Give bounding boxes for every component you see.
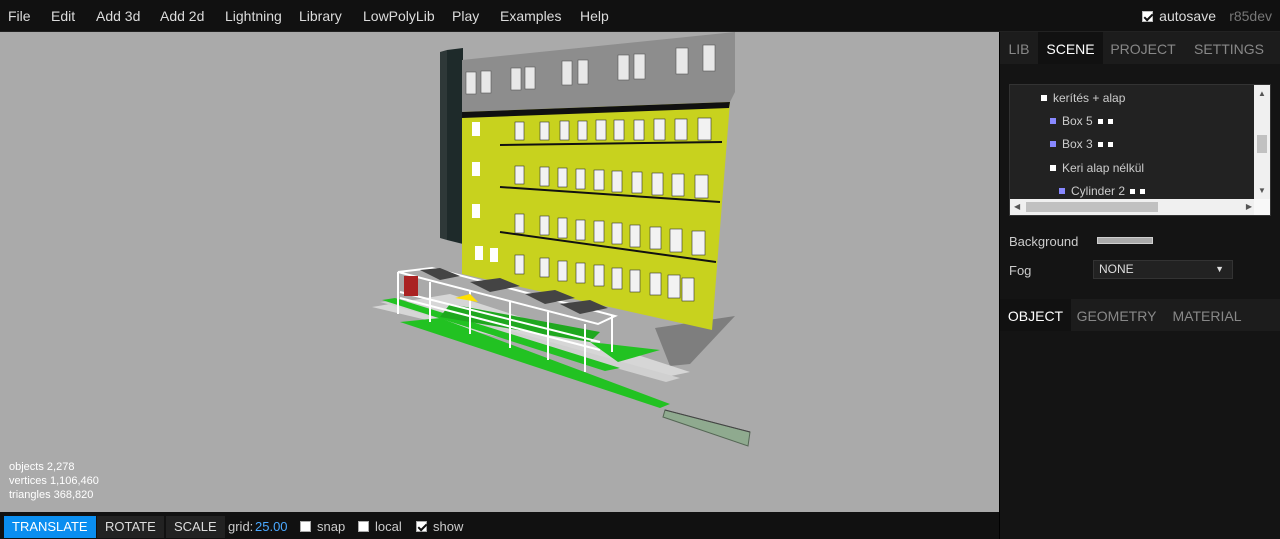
outliner-item-label: kerítés + alap [1053,91,1126,105]
tab-object[interactable]: OBJECT [1000,299,1071,331]
menu-file[interactable]: File [8,0,31,32]
geometry-square-icon [1097,142,1103,147]
scroll-up-icon[interactable]: ▲ [1258,89,1266,98]
tab-lib[interactable]: LIB [1000,32,1038,64]
background-label: Background [1009,234,1079,249]
viewport[interactable]: objects 2,278 vertices 1,106,460 triangl… [0,32,999,512]
fog-select-value: NONE [1099,262,1134,276]
object-dot-icon [1041,95,1047,101]
menu-lowpolylib[interactable]: LowPolyLib [363,0,435,32]
fog-select[interactable]: NONE ▼ [1093,260,1233,279]
object-tabs: OBJECT GEOMETRY MATERIAL [1000,299,1280,331]
local-label: local [375,519,402,534]
menu-bar: File Edit Add 3d Add 2d Lightning Librar… [0,0,1280,32]
local-checkbox[interactable] [358,521,369,532]
scroll-right-icon[interactable]: ▶ [1246,202,1252,211]
material-square-icon [1107,142,1113,147]
sidebar: LIB SCENE PROJECT SETTINGS kerítés + ala… [999,32,1280,539]
scroll-down-icon[interactable]: ▼ [1258,186,1266,195]
tab-scene[interactable]: SCENE [1038,32,1103,64]
object-dot-icon [1050,165,1056,171]
snap-label: snap [317,519,346,534]
menu-examples[interactable]: Examples [500,0,561,32]
show-toggle[interactable]: show [416,516,463,538]
sidebar-tabs: LIB SCENE PROJECT SETTINGS [1000,32,1280,64]
menu-library[interactable]: Library [299,0,342,32]
outliner-item[interactable]: Keri alap nélkül [1050,157,1144,179]
autosave-label: autosave [1159,8,1216,24]
autosave-checkbox[interactable] [1142,11,1154,22]
stats-triangles: triangles 368,820 [9,489,94,501]
outliner-vertical-scrollbar[interactable]: ▲ ▼ [1254,85,1270,199]
tab-project[interactable]: PROJECT [1103,32,1183,64]
chevron-down-icon: ▼ [1215,264,1224,274]
tab-material[interactable]: MATERIAL [1162,299,1252,331]
scroll-thumb-horizontal[interactable] [1026,202,1158,212]
outliner-item-label: Box 3 [1062,137,1093,151]
scroll-left-icon[interactable]: ◀ [1014,202,1020,211]
autosave-toggle[interactable]: autosave [1142,0,1216,32]
mesh-dot-icon [1050,141,1056,147]
scroll-corner [1254,199,1270,215]
scene-stats: objects 2,278 vertices 1,106,460 triangl… [9,460,99,502]
scene-render[interactable] [0,32,999,512]
snap-toggle[interactable]: snap [300,516,345,538]
local-toggle[interactable]: local [358,516,402,538]
menu-edit[interactable]: Edit [51,0,75,32]
scale-button[interactable]: SCALE [166,516,225,538]
transform-toolbar: TRANSLATE ROTATE SCALE grid: 25.00 snap … [0,512,999,539]
geometry-square-icon [1097,119,1103,124]
grid-label: grid: [228,519,254,534]
snap-checkbox[interactable] [300,521,311,532]
outliner-item-label: Box 5 [1062,114,1093,128]
tab-settings[interactable]: SETTINGS [1183,32,1275,64]
fog-label: Fog [1009,263,1032,278]
menu-add-2d[interactable]: Add 2d [160,0,204,32]
mesh-dot-icon [1050,118,1056,124]
stats-vertices: vertices 1,106,460 [9,475,99,487]
stats-objects: objects 2,278 [9,461,75,473]
outliner-item[interactable]: Box 3 [1050,133,1113,155]
show-checkbox[interactable] [416,521,427,532]
menu-help[interactable]: Help [580,0,609,32]
menu-lightning[interactable]: Lightning [225,0,282,32]
menu-add-3d[interactable]: Add 3d [96,0,140,32]
outliner-item[interactable]: kerítés + alap [1041,87,1125,109]
outliner-horizontal-scrollbar[interactable]: ◀ ▶ [1010,199,1256,215]
material-square-icon [1140,189,1146,194]
material-square-icon [1107,119,1113,124]
outliner-item-label: Cylinder 2 [1071,184,1126,198]
rotate-button[interactable]: ROTATE [97,516,164,538]
menu-play[interactable]: Play [452,0,479,32]
grid-value-input[interactable]: 25.00 [255,516,288,538]
translate-button[interactable]: TRANSLATE [4,516,96,538]
version-label: r85dev [1229,8,1272,24]
tab-geometry[interactable]: GEOMETRY [1071,299,1162,331]
scene-outliner[interactable]: kerítés + alap Box 5 Box 3 Keri alap nél… [1009,84,1271,216]
outliner-item[interactable]: Box 5 [1050,110,1113,132]
scroll-thumb[interactable] [1257,135,1267,153]
show-label: show [433,519,464,534]
background-color-swatch[interactable] [1097,237,1153,244]
outliner-item-label: Keri alap nélkül [1062,161,1145,175]
mesh-dot-icon [1059,188,1065,194]
geometry-square-icon [1130,189,1136,194]
